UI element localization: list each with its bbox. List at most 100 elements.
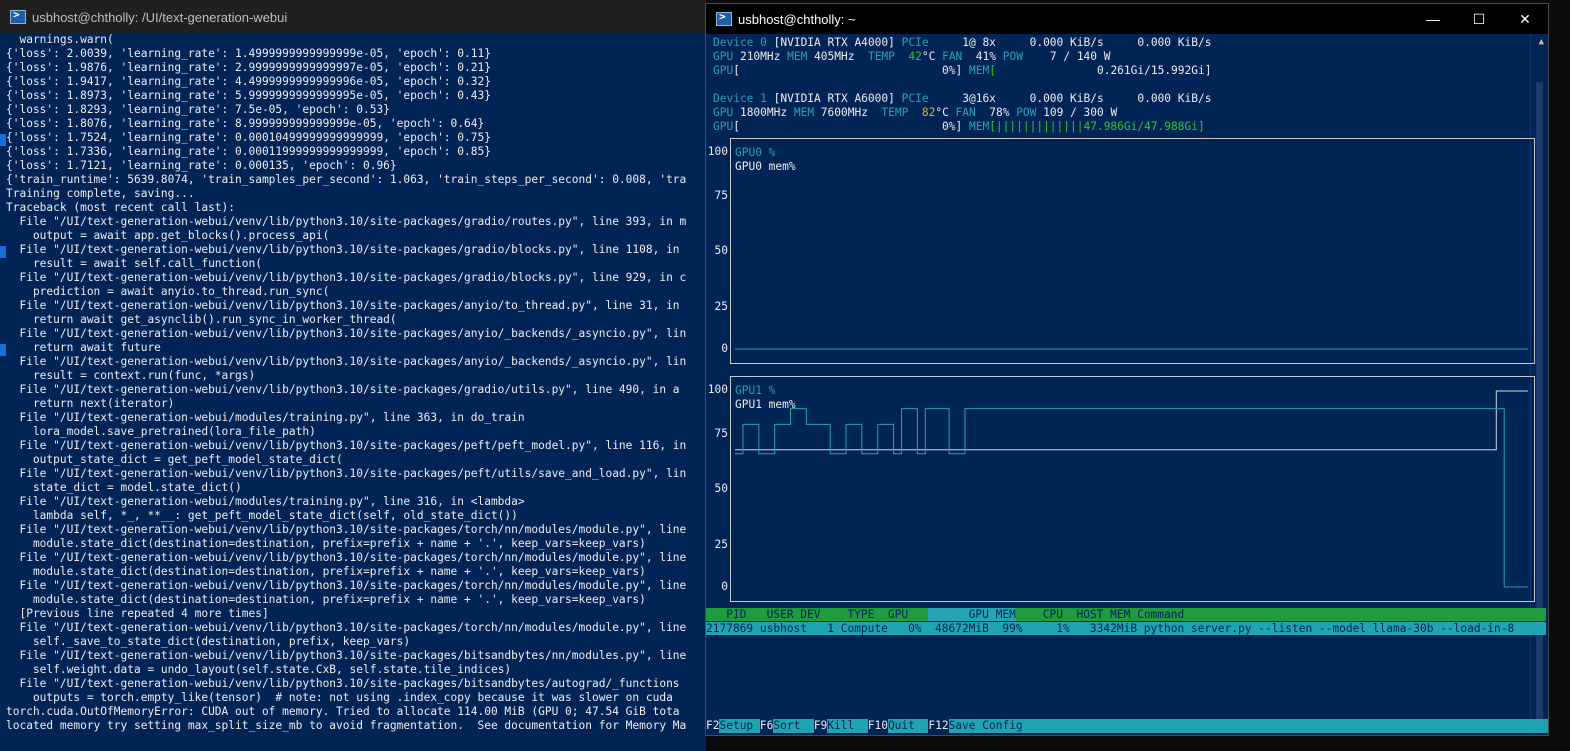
graph1-ytick: 0 (721, 580, 728, 593)
terminal-line: Traceback (most recent call last): (6, 201, 236, 214)
graph1-ytick: 100 (707, 383, 728, 396)
fkey-label[interactable]: Sort (773, 719, 814, 733)
device-stat-text: POW (1016, 106, 1044, 119)
fkey-label[interactable]: Setup (719, 719, 760, 733)
terminal-line: File "/UI/text-generation-webui/venv/lib… (6, 579, 687, 592)
terminal-line: File "/UI/text-generation-webui/venv/lib… (6, 649, 687, 662)
close-button[interactable]: ✕ (1502, 4, 1548, 34)
terminal-line: {'loss': 1.9876, 'learning_rate': 2.9999… (6, 61, 491, 74)
device-info-text: Device 0 (713, 36, 774, 49)
process-header-gpu-mem: GPU MEM (928, 608, 1016, 621)
fkey-f6[interactable]: F6 (760, 719, 773, 733)
device-stat-text: °C (935, 106, 956, 119)
device-bar-text: MEM (968, 120, 990, 133)
graph-plot-area (735, 390, 1528, 588)
graph0-ytick: 0 (721, 342, 728, 355)
powershell-icon (10, 8, 26, 24)
fkey-label[interactable]: Kill (827, 719, 868, 733)
terminal-line: File "/UI/text-generation-webui/venv/lib… (6, 439, 687, 452)
terminal-line: File "/UI/text-generation-webui/venv/lib… (6, 355, 687, 368)
scroll-up-arrow-icon[interactable]: ▲ (1539, 37, 1544, 47)
device-stat-text: FAN (955, 106, 990, 119)
function-key-bar[interactable]: F2 Setup F6 Sort F9 Kill F10 Quit F12 Save Co… (706, 719, 1548, 733)
device-bar-text: [ (989, 64, 1097, 77)
device-info-text: 3@16x 0.000 KiB/s 0.000 KiB/s (935, 92, 1212, 105)
terminal-line: module.state_dict(destination=destinatio… (6, 593, 646, 606)
terminal-line: File "/UI/text-generation-webui/venv/lib… (6, 243, 680, 256)
terminal-line: warnings.warn( (6, 33, 114, 46)
terminal-line: File "/UI/text-generation-webui/venv/lib… (6, 621, 687, 634)
gpu0-graph: GPU0 % GPU0 mem% (730, 138, 1535, 364)
terminal-line: module.state_dict(destination=destinatio… (6, 537, 646, 550)
terminal-line: File "/UI/text-generation-webui/modules/… (6, 411, 525, 424)
device-stat-text: GPU (713, 106, 740, 119)
memory-usage-readout: 47.986Gi/47.988Gi] (1083, 120, 1205, 133)
maximize-button[interactable]: ☐ (1456, 4, 1502, 34)
gpu0-mem-legend: GPU0 mem% (735, 160, 796, 173)
device-stat-text: °C (921, 50, 943, 63)
terminal-line: File "/UI/text-generation-webui/venv/lib… (6, 271, 687, 284)
terminal-line: {'loss': 1.7121, 'learning_rate': 0.0001… (6, 159, 397, 172)
device-stat-text: GPU (713, 50, 740, 63)
terminal-line: return next(iterator) (6, 397, 175, 410)
terminal-line: output_state_dict = get_peft_model_state… (6, 453, 343, 466)
device-info-panel: Device 0 [NVIDIA RTX A4000] PCIe 1@ 8x 0… (713, 36, 1211, 134)
minimize-button[interactable]: — (1410, 4, 1456, 34)
fkey-f12[interactable]: F12 (928, 719, 948, 733)
right-title-bar[interactable]: usbhost@chtholly: ~ — ☐ ✕ (706, 4, 1548, 34)
left-terminal-window[interactable]: usbhost@chtholly: /UI/text-generation-we… (0, 0, 706, 751)
left-window-title: usbhost@chtholly: /UI/text-generation-we… (32, 9, 288, 25)
device-stat-text: POW (1002, 50, 1037, 63)
gpu-util-series (735, 408, 1528, 588)
fkey-f9[interactable]: F9 (814, 719, 827, 733)
terminal-line: output = await app.get_blocks().process_… (6, 229, 330, 242)
terminal-line: Training complete, saving... (6, 187, 195, 200)
left-title-bar[interactable]: usbhost@chtholly: /UI/text-generation-we… (0, 0, 706, 34)
device-stat-text: FAN (942, 50, 976, 63)
fkey-f10[interactable]: F10 (868, 719, 888, 733)
terminal-line: File "/UI/text-generation-webui/venv/lib… (6, 215, 687, 228)
device-stat-text: 1800MHz (739, 106, 794, 119)
terminal-line: File "/UI/text-generation-webui/venv/lib… (6, 383, 680, 396)
process-header-post: HOST MEM Command (1076, 608, 1185, 621)
fkey-label[interactable]: Quit (887, 719, 929, 733)
device-bar-text: GPU (713, 120, 734, 133)
device-stat-text: 109 / 300 W (1043, 106, 1118, 119)
graph0-ytick: 50 (714, 244, 728, 257)
gpu1-mem-legend: GPU1 mem% (735, 398, 796, 411)
fkey-label[interactable]: Save Config (948, 719, 1548, 733)
left-terminal-output[interactable]: warnings.warn({'loss': 2.0039, 'learning… (6, 33, 686, 733)
process-row[interactable]: 2177869 usbhost 1 Compute 0% 48672MiB 99… (706, 622, 1546, 635)
device-stat-text: 405MHz (814, 50, 868, 63)
device-bar-text: [ 0%] (733, 120, 969, 133)
device-info-text: Device 1 (713, 92, 774, 105)
device-stat-text: 82 (921, 106, 936, 119)
terminal-line: lora_model.save_pretrained(lora_file_pat… (6, 425, 316, 438)
terminal-line: located memory try setting max_split_siz… (6, 719, 687, 732)
terminal-line: {'loss': 2.0039, 'learning_rate': 1.4999… (6, 47, 491, 60)
graph0-ytick: 25 (714, 300, 728, 313)
terminal-line: torch.cuda.OutOfMemoryError: CUDA out of… (6, 705, 680, 718)
terminal-line: result = await self.call_function( (6, 257, 262, 270)
terminal-line: state_dict = model.state_dict() (6, 481, 242, 494)
device-bar-text: MEM (968, 64, 990, 77)
terminal-line: File "/UI/text-generation-webui/venv/lib… (6, 327, 687, 340)
device-info-text: 1@ 8x 0.000 KiB/s 0.000 KiB/s (935, 36, 1212, 49)
gpu0-util-legend: GPU0 % (735, 146, 776, 159)
process-table-header[interactable]: PID USER DEV TYPE GPU GPU MEM CPU HOST M… (706, 608, 1546, 621)
device-stat-text: 41% (975, 50, 1003, 63)
device-bar-text: GPU (713, 64, 734, 77)
device-stat-text: 42 (908, 50, 922, 63)
terminal-line: self._save_to_state_dict(destination, pr… (6, 635, 411, 648)
right-terminal-window[interactable]: usbhost@chtholly: ~ — ☐ ✕ ▲ ▼ Device 0 [… (705, 3, 1549, 736)
terminal-line: module.state_dict(destination=destinatio… (6, 565, 646, 578)
device-stat-text: MEM (793, 106, 821, 119)
device-stat-text: 210MHz (739, 50, 788, 63)
fkey-f2[interactable]: F2 (706, 719, 719, 733)
device-stat-text: TEMP (867, 50, 909, 63)
terminal-line: {'loss': 1.9417, 'learning_rate': 4.4999… (6, 75, 491, 88)
device-stat-text: TEMP (881, 106, 922, 119)
graph1-ytick: 75 (714, 427, 728, 440)
device-bar-text: [ 0%] (733, 64, 969, 77)
graph-plot-area (735, 348, 1528, 350)
